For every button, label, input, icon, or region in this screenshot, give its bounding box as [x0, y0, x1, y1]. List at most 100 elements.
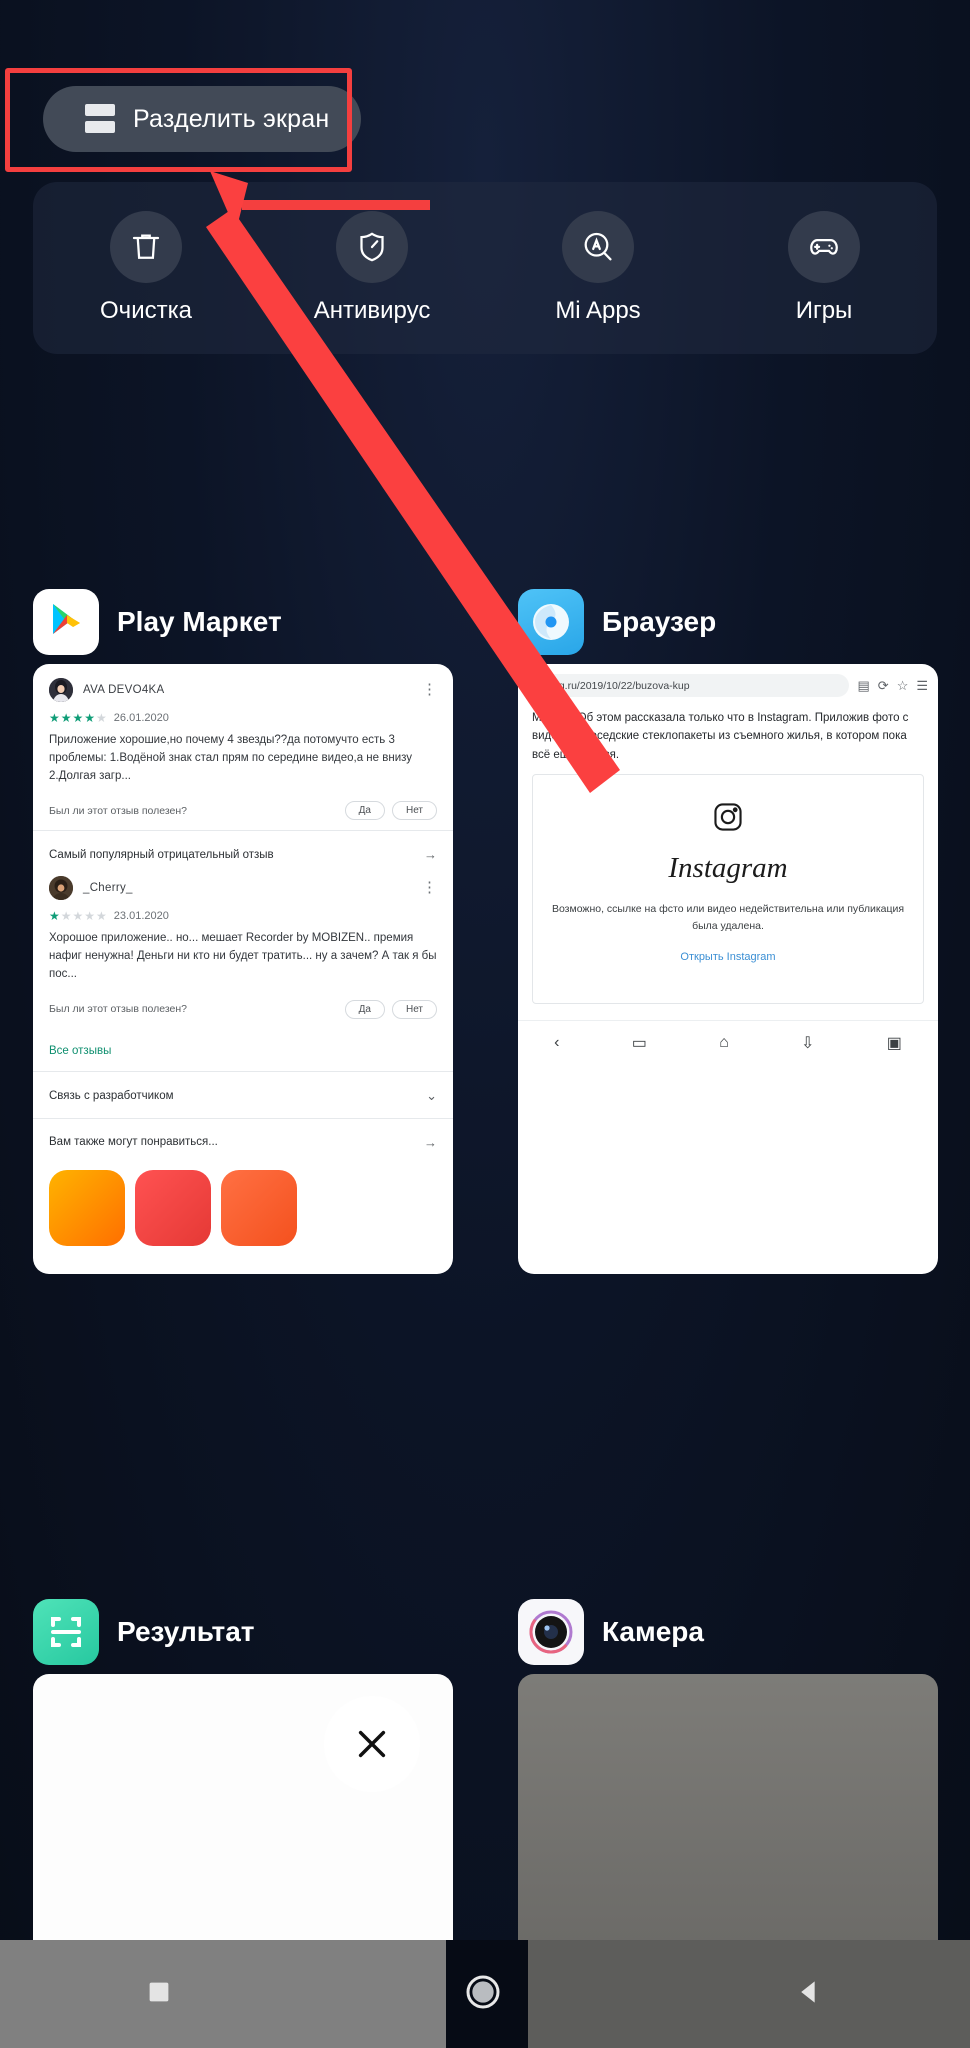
helpful-no-button[interactable]: Нет: [391, 801, 437, 821]
helpful-prompt: Был ли этот отзыв полезен?: [49, 804, 188, 817]
bookmark-star-icon[interactable]: ☆: [897, 678, 909, 694]
helpful-yes-button[interactable]: Да: [344, 999, 385, 1019]
review-user: _Cherry_: [83, 882, 133, 895]
app-card-browser[interactable]: Браузер Я rg.ru/2019/10/22/buzova-kup ▤ …: [485, 580, 970, 1274]
app-card-header: Браузер: [485, 580, 970, 664]
app-thumbnail[interactable]: Я rg.ru/2019/10/22/buzova-kup ▤ ⟳ ☆ ☰ Мо…: [518, 664, 938, 1274]
reader-mode-icon[interactable]: ▤: [857, 678, 869, 694]
suggested-app-icon[interactable]: [135, 1169, 211, 1246]
recents-screen: Разделить экран Очистка Антивирус Mi App…: [0, 0, 970, 2048]
trash-icon: [110, 211, 182, 283]
tool-label: Игры: [795, 297, 853, 324]
app-card-header: Результат: [0, 1590, 485, 1674]
downloads-icon[interactable]: ⇩: [801, 1033, 814, 1053]
tool-games[interactable]: Игры: [711, 211, 937, 325]
overflow-menu-icon[interactable]: ⋮: [422, 880, 437, 895]
app-card-row-1: Play Маркет AVA DEVO4KA ⋮ ★★★★★ 26.01.20…: [0, 580, 970, 1274]
app-card-row-2: Результат Камера: [0, 1590, 970, 1974]
tool-label: Антивирус: [313, 297, 431, 324]
helpful-yes-button[interactable]: Да: [344, 801, 385, 821]
scan-result-icon: [33, 1599, 99, 1665]
review-rating: ★★★★★ 23.01.2020: [49, 909, 437, 923]
system-navigation-bar: [0, 1940, 970, 2048]
yandex-logo-icon: Я: [538, 678, 548, 693]
instagram-wordmark: Instagram: [668, 852, 788, 885]
review-text: Хорошое приложение.. но... мешает Record…: [49, 932, 437, 981]
back-triangle-icon[interactable]: [792, 1975, 826, 2014]
instagram-camera-icon: [712, 803, 744, 837]
helpful-prompt: Был ли этот отзыв полезен?: [49, 1003, 188, 1016]
review-rating: ★★★★★ 26.01.2020: [49, 711, 437, 725]
app-card-play-market[interactable]: Play Маркет AVA DEVO4KA ⋮ ★★★★★ 26.01.20…: [0, 580, 485, 1274]
open-instagram-link[interactable]: Открыть Instagram: [551, 951, 905, 963]
also-like-label: Вам также могут понравиться...: [49, 1136, 218, 1149]
camera-icon: [518, 1599, 584, 1665]
also-like-row[interactable]: Вам также могут понравиться... →: [49, 1119, 437, 1164]
review-text: Приложение хорошие,но почему 4 звезды??д…: [49, 734, 413, 782]
close-all-button[interactable]: [324, 1696, 420, 1792]
all-reviews-link[interactable]: Все отзывы: [49, 1029, 437, 1071]
play-store-icon: [33, 589, 99, 655]
chevron-down-icon: ⌄: [426, 1087, 437, 1103]
refresh-icon[interactable]: ⟳: [878, 678, 889, 694]
section-title: Самый популярный отрицательный отзыв: [49, 848, 274, 861]
shield-scan-icon: [336, 211, 408, 283]
app-search-icon: [562, 211, 634, 283]
tool-antivirus[interactable]: Антивирус: [259, 211, 485, 325]
review-user: AVA DEVO4KA: [83, 684, 165, 696]
yandex-browser-icon: [518, 589, 584, 655]
app-thumbnail[interactable]: [518, 1674, 938, 1974]
url-bar[interactable]: Я rg.ru/2019/10/22/buzova-kup: [528, 674, 850, 697]
suggested-app-icon[interactable]: [221, 1169, 297, 1246]
tool-cleanup[interactable]: Очистка: [33, 211, 259, 325]
suggested-apps: [49, 1164, 437, 1246]
tool-mi-apps[interactable]: Mi Apps: [485, 211, 711, 325]
menu-icon[interactable]: ☰: [916, 678, 928, 694]
recents-square-icon[interactable]: [144, 1977, 174, 2012]
article-text: Москве. Об этом рассказала только что в …: [532, 712, 909, 761]
home-icon[interactable]: ⌂: [719, 1034, 729, 1052]
chevron-right-icon: →: [424, 847, 437, 863]
chevron-right-icon: →: [424, 1134, 437, 1150]
instagram-embed: Instagram Возможно, ссылке на фсто или в…: [532, 774, 924, 1004]
back-icon[interactable]: ‹: [554, 1034, 559, 1052]
app-card-header: Play Маркет: [0, 580, 485, 664]
split-screen-label: Разделить экран: [133, 104, 330, 133]
tool-label: Mi Apps: [555, 297, 641, 324]
review-date: 26.01.2020: [113, 712, 169, 724]
app-name: Результат: [117, 1616, 255, 1647]
embed-error-message: Возможно, ссылке на фсто или видео недей…: [551, 903, 905, 932]
browser-toolbar: Я rg.ru/2019/10/22/buzova-kup ▤ ⟳ ☆ ☰: [518, 664, 938, 705]
split-screen-icon: [85, 104, 115, 134]
star-rating-icon: ★★★★★: [49, 909, 108, 924]
avatar: [49, 678, 73, 702]
review-helpful-row: Был ли этот отзыв полезен? Да Нет: [49, 999, 437, 1019]
app-name: Браузер: [602, 606, 717, 637]
app-card-camera[interactable]: Камера: [485, 1590, 970, 1974]
tool-label: Очистка: [100, 297, 192, 324]
negative-reviews-section[interactable]: Самый популярный отрицательный отзыв →: [49, 831, 437, 876]
review-header: _Cherry_ ⋮: [49, 876, 437, 901]
review-helpful-row: Был ли этот отзыв полезен? Да Нет: [49, 801, 437, 821]
review-header: AVA DEVO4KA ⋮: [49, 678, 437, 702]
app-name: Камера: [602, 1616, 704, 1647]
home-circle-icon[interactable]: [463, 1972, 503, 2017]
helpful-no-button[interactable]: Нет: [391, 999, 437, 1019]
browser-nav-bar: ‹ ▭ ⌂ ⇩ ▣: [518, 1019, 938, 1063]
gamepad-icon: [788, 211, 860, 283]
app-card-result[interactable]: Результат: [0, 1590, 485, 1974]
quick-tools-panel: Очистка Антивирус Mi Apps Игры: [33, 182, 937, 354]
bookmarks-icon[interactable]: ▭: [632, 1033, 647, 1053]
developer-contact-label: Связь с разработчиком: [49, 1089, 174, 1102]
close-icon: [358, 1730, 386, 1758]
app-name: Play Маркет: [117, 606, 282, 637]
app-card-header: Камера: [485, 1590, 970, 1674]
star-rating-icon: ★★★★★: [49, 711, 108, 725]
overflow-menu-icon[interactable]: ⋮: [422, 682, 437, 697]
url-text: rg.ru/2019/10/22/buzova-kup: [555, 679, 690, 692]
suggested-app-icon[interactable]: [49, 1169, 125, 1246]
developer-contact-row[interactable]: Связь с разработчиком ⌄: [49, 1072, 437, 1118]
split-screen-button[interactable]: Разделить экран: [43, 86, 361, 152]
app-thumbnail[interactable]: AVA DEVO4KA ⋮ ★★★★★ 26.01.2020 Приложени…: [33, 664, 453, 1274]
tabs-icon[interactable]: ▣: [887, 1033, 902, 1053]
